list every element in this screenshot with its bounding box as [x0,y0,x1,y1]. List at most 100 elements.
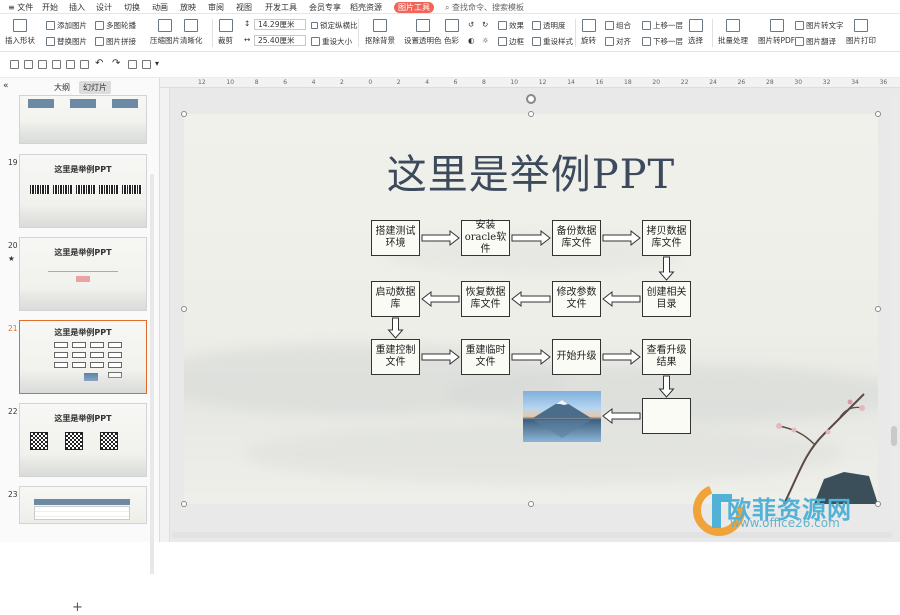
flow-step[interactable]: 搭建测试环境 [371,220,420,256]
group-button[interactable]: 组合 [605,20,631,31]
format-painter-icon[interactable] [80,60,89,69]
tab-outline[interactable]: 大纲 [50,81,74,94]
menu-developer[interactable]: 开发工具 [265,2,297,13]
barcode-image [53,185,73,194]
reset-size-button[interactable]: 重设大小 [311,36,352,47]
flow-step[interactable]: 重建临时文件 [461,339,510,375]
replace-picture-button[interactable]: 替换图片 [46,36,87,47]
ruler-tick-label: 12 [538,79,547,86]
vertical-ruler[interactable] [160,88,170,542]
flow-step[interactable]: 恢复数据库文件 [461,281,510,317]
tab-picture-tools[interactable]: 图片工具 [394,2,434,13]
resize-handle[interactable] [181,111,187,117]
menu-member[interactable]: 会员专享 [309,2,341,13]
rotate-button[interactable]: 旋转 [581,19,596,46]
picture-stitch-button[interactable]: 图片拼接 [95,36,136,47]
redo-icon[interactable]: ↷ [112,58,120,69]
flow-step[interactable]: 查看升级结果 [642,339,691,375]
effects-button[interactable]: 效果 [498,20,524,31]
print-preview-icon[interactable] [66,60,75,69]
multi-picture-button[interactable]: 多图轮播 [95,20,136,31]
menu-docer[interactable]: 稻壳资源 [350,2,382,13]
menu-insert[interactable]: 插入 [69,2,85,13]
color-button[interactable]: 色彩 [444,19,459,46]
translate-button[interactable]: 图片翻译 [795,36,836,47]
flow-step[interactable]: 创建相关目录 [642,281,691,317]
flow-step[interactable]: 备份数据库文件 [552,220,601,256]
menu-slideshow[interactable]: 放映 [180,2,196,13]
rotate-left-icon[interactable]: ↺ [468,20,474,29]
reset-style-button[interactable]: 重设样式 [532,36,573,47]
resize-handle[interactable] [181,501,187,507]
slide-thumbnail-selected[interactable]: 这里是举例PPT [19,320,147,394]
flow-step[interactable]: 启动数据库 [371,281,420,317]
select-button[interactable]: 选择 [688,19,703,46]
print-icon[interactable] [38,60,47,69]
file-menu[interactable]: ≡ 文件 [8,2,33,13]
rotate-right-icon[interactable]: ↻ [482,20,488,29]
flow-step[interactable]: 安装oracle软件 [461,220,510,256]
height-input[interactable]: 25.40厘米 [254,35,306,46]
vertical-scrollbar[interactable] [891,90,897,526]
resize-handle[interactable] [875,111,881,117]
add-slide-button[interactable]: + [72,600,83,615]
resize-handle[interactable] [875,306,881,312]
set-transparent-button[interactable]: 设置透明色 [404,19,442,46]
slideshow-icon[interactable] [128,60,137,69]
search-box[interactable]: ⌕ 查找命令、搜索模板 [445,2,524,13]
flow-step[interactable]: 重建控制文件 [371,339,420,375]
slide-thumbnail[interactable] [19,95,147,144]
rotate-handle-icon[interactable] [526,94,536,104]
insert-shape-button[interactable]: 插入形状 [5,19,35,46]
panel-scrollbar[interactable] [150,174,154,574]
cutout-button[interactable]: 抠除背景 [365,19,395,46]
flow-step[interactable]: 拷贝数据库文件 [642,220,691,256]
compress-button[interactable]: 压缩图片 [150,19,180,46]
slide-thumbnail[interactable] [19,486,147,524]
flow-step[interactable]: 修改参数文件 [552,281,601,317]
flow-step[interactable]: 开始升级 [552,339,601,375]
save-icon[interactable] [24,60,33,69]
batch-button[interactable]: 批量处理 [718,19,748,46]
customize-icon[interactable]: ▾ [155,59,159,68]
slide[interactable]: 这里是举例PPT 搭建测试环境 安装oracle软件 备份数据库文件 拷贝数据库… [184,114,878,504]
flow-step-empty[interactable] [642,398,691,434]
picture-icon[interactable] [142,60,151,69]
menu-start[interactable]: 开始 [42,2,58,13]
add-picture-button[interactable]: 添加图片 [46,20,87,31]
horizontal-ruler[interactable]: 12 10 8 6 4 2 0 2 4 6 8 10 12 14 16 18 20 22 24 26 28 30 32 34 3… [160,78,900,88]
lock-ratio-checkbox[interactable]: 锁定纵横比 [311,20,358,31]
slide-thumbnail[interactable]: 这里是举例PPT [19,237,147,311]
menu-view[interactable]: 视图 [236,2,252,13]
collapse-icon[interactable]: « [3,81,9,91]
contrast-icon[interactable]: ◐ [468,36,475,45]
width-input[interactable]: 14.29厘米 [254,19,306,30]
send-backward-button[interactable]: 下移一层 [642,36,683,47]
resize-handle[interactable] [528,111,534,117]
menu-animation[interactable]: 动画 [152,2,168,13]
tab-slides[interactable]: 幻灯片 [79,81,111,94]
to-pdf-button[interactable]: 图片转PDF [758,19,795,46]
menu-review[interactable]: 审阅 [208,2,224,13]
brightness-icon[interactable]: ☼ [482,36,489,45]
mini-box [72,352,86,358]
resize-handle[interactable] [181,306,187,312]
align-button[interactable]: 对齐 [605,36,631,47]
menu-transition[interactable]: 切换 [124,2,140,13]
sharpen-button[interactable]: 清晰化 [180,19,203,46]
vertical-scrollbar-thumb[interactable] [891,426,897,446]
resize-handle[interactable] [528,501,534,507]
bring-forward-button[interactable]: 上移一层 [642,20,683,31]
crop-button[interactable]: 裁剪 [218,19,233,46]
transparency-button[interactable]: 透明度 [532,20,566,31]
slide-thumbnail[interactable]: 这里是举例PPT [19,154,147,228]
export-icon[interactable] [52,60,61,69]
border-button[interactable]: 边框 [498,36,524,47]
slide-thumbnail[interactable]: 这里是举例PPT [19,403,147,477]
print-button[interactable]: 图片打印 [846,19,876,46]
undo-icon[interactable]: ↶ [95,58,103,69]
new-icon[interactable] [10,60,19,69]
mountain-photo[interactable] [523,391,601,442]
menu-design[interactable]: 设计 [96,2,112,13]
to-text-button[interactable]: 图片转文字 [795,20,844,31]
